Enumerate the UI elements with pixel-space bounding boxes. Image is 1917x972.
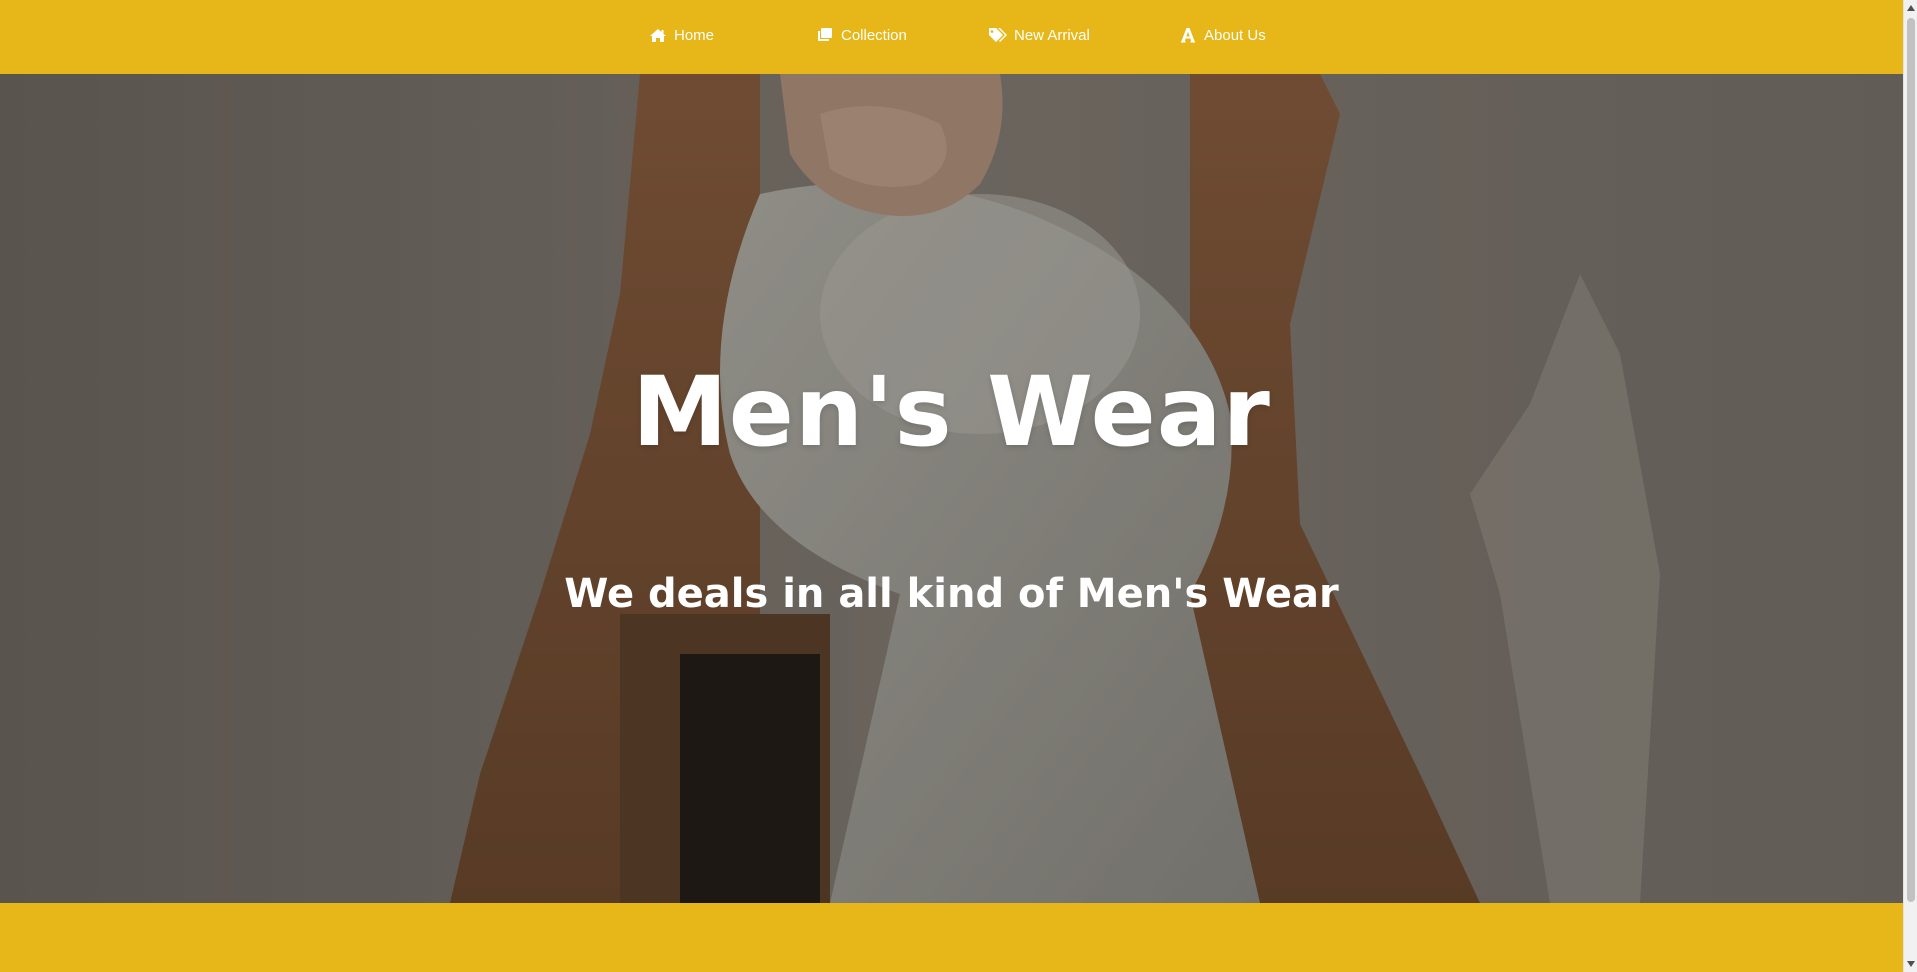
hero-subtitle: We deals in all kind of Men's Wear — [564, 571, 1339, 617]
nav-item-about-us-label: About Us — [1204, 26, 1266, 44]
footer-band — [0, 903, 1903, 972]
browser-viewport: Home Collection New Arrival About Us Men… — [0, 0, 1903, 972]
nav-item-home[interactable]: Home — [648, 22, 714, 48]
hero-overlay — [0, 74, 1903, 903]
scroll-up-arrow-icon[interactable] — [1904, 0, 1917, 16]
collection-icon — [815, 26, 835, 44]
tags-icon — [988, 26, 1008, 44]
scroll-down-arrow-icon[interactable] — [1904, 956, 1917, 972]
vertical-scrollbar[interactable] — [1903, 0, 1917, 972]
home-icon — [648, 26, 668, 44]
nav-item-collection-label: Collection — [841, 26, 907, 44]
page: Home Collection New Arrival About Us Men… — [0, 0, 1917, 972]
hero-title: Men's Wear — [632, 356, 1271, 468]
hero-section: Men's Wear We deals in all kind of Men's… — [0, 74, 1903, 903]
nav-item-collection[interactable]: Collection — [815, 22, 907, 48]
nav-item-home-label: Home — [674, 26, 715, 44]
nav-item-about-us[interactable]: About Us — [1178, 22, 1266, 48]
scrollbar-thumb[interactable] — [1907, 18, 1915, 902]
top-navbar: Home Collection New Arrival About Us — [0, 0, 1903, 74]
nav-item-new-arrival[interactable]: New Arrival — [988, 22, 1090, 48]
nav-item-new-arrival-label: New Arrival — [1014, 26, 1090, 44]
font-a-icon — [1178, 26, 1198, 44]
